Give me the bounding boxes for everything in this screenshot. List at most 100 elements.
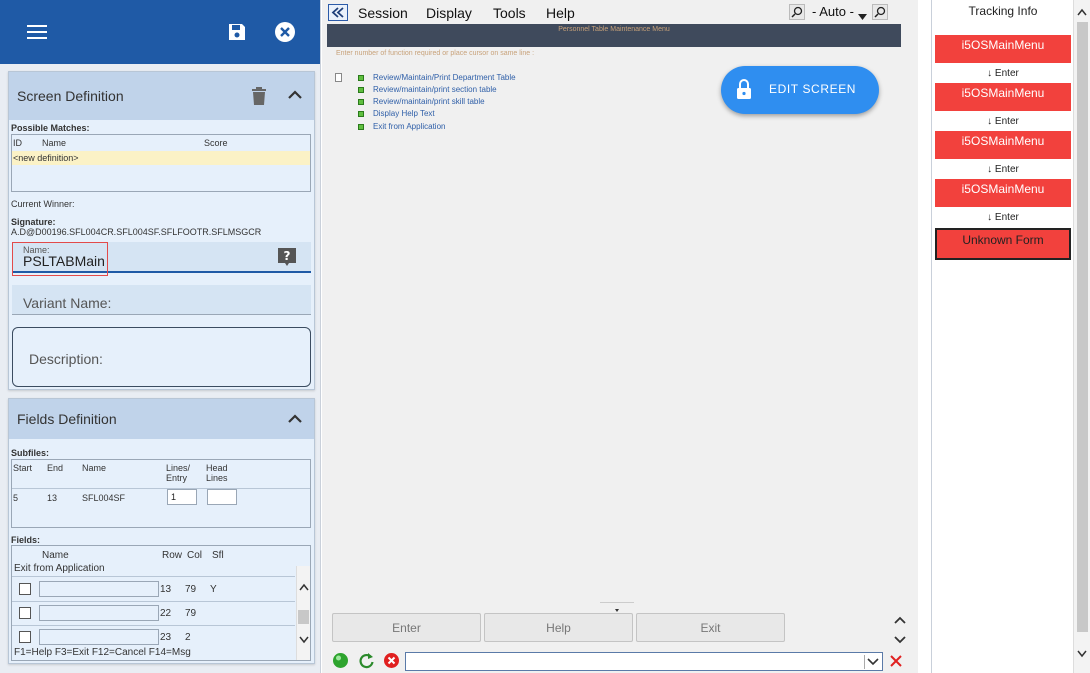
trash-icon[interactable]: [251, 87, 267, 108]
field-col-value: 79: [185, 584, 197, 595]
menu-help[interactable]: Help: [546, 5, 575, 21]
scroll-up-icon[interactable]: [299, 580, 309, 594]
hamburger-menu-icon[interactable]: [25, 20, 49, 44]
menu-session[interactable]: Session: [358, 5, 408, 21]
menu-display[interactable]: Display: [426, 5, 472, 21]
subfile-end: 13: [47, 493, 58, 503]
save-icon[interactable]: [225, 20, 249, 44]
scroll-up-icon[interactable]: [1077, 5, 1087, 19]
col-name-header: Name: [82, 463, 107, 473]
fields-scrollbar[interactable]: [296, 566, 310, 660]
option-marker-icon: [358, 87, 364, 93]
command-dropdown-icon[interactable]: [864, 655, 881, 669]
divider: [12, 488, 310, 489]
fields-grid: Name Row Col Sfl Exit from Application 1…: [11, 545, 311, 661]
col-head-lines-header: Head Lines: [206, 463, 228, 483]
possible-matches-grid: ID Name Score <new definition>: [11, 134, 311, 192]
signature-label: Signature:: [11, 217, 56, 227]
scroll-down-icon[interactable]: [1077, 647, 1087, 661]
row-checkbox[interactable]: [19, 607, 31, 619]
screen-definition-card: Screen Definition Possible Matches: ID N…: [8, 71, 315, 390]
scroll-down-icon[interactable]: [299, 633, 309, 647]
drag-handle-icon[interactable]: [600, 602, 634, 612]
collapse-chevron-up-icon[interactable]: [288, 89, 302, 103]
refresh-icon[interactable]: [358, 652, 375, 672]
menu-tools[interactable]: Tools: [493, 5, 526, 21]
disconnect-icon[interactable]: [383, 652, 400, 672]
field-name-input[interactable]: [39, 581, 159, 597]
tracking-arrow: ↓ Enter: [987, 68, 1019, 79]
option-marker-icon: [358, 111, 364, 117]
field-row[interactable]: 22 79: [12, 603, 295, 625]
right-scrollbar[interactable]: [1073, 0, 1090, 673]
col-id-header: ID: [13, 138, 22, 148]
page-down-icon[interactable]: [894, 633, 906, 647]
field-col-value: 2: [185, 632, 191, 643]
signature-value: A.D@D00196.SFL004CR.SFL004SF.SFLFOOTR.SF…: [11, 227, 262, 237]
exit-button[interactable]: Exit: [636, 613, 785, 642]
variant-name-field[interactable]: Variant Name:: [12, 285, 311, 315]
row-checkbox[interactable]: [19, 583, 31, 595]
dropdown-arrow-icon[interactable]: [858, 9, 867, 23]
tracking-arrow: ↓ Enter: [987, 116, 1019, 127]
svg-text:?: ?: [284, 249, 291, 263]
divider: [12, 601, 295, 602]
col-lines-entry-header: Lines/ Entry: [166, 463, 191, 483]
field-col-value: 79: [185, 608, 197, 619]
tracking-arrow: ↓ Enter: [987, 164, 1019, 175]
zoom-in-icon[interactable]: [872, 4, 888, 20]
fields-definition-header[interactable]: Fields Definition: [9, 399, 314, 439]
left-header: [0, 0, 320, 64]
left-panel: Screen Definition Possible Matches: ID N…: [0, 0, 321, 673]
subfiles-label: Subfiles:: [11, 448, 50, 458]
row-checkbox[interactable]: [19, 631, 31, 643]
field-row[interactable]: 23 2: [12, 627, 295, 649]
head-lines-input[interactable]: [207, 489, 237, 505]
zoom-select[interactable]: - Auto -: [812, 4, 854, 19]
tracking-entry[interactable]: i5OSMainMenu: [935, 35, 1071, 63]
new-definition-row[interactable]: <new definition>: [12, 151, 310, 165]
option-line[interactable]: Review/maintain/print section table: [373, 85, 497, 94]
field-row-value: 23: [160, 632, 172, 643]
tracking-entry[interactable]: i5OSMainMenu: [935, 83, 1071, 111]
terminal-title: Personnel Table Maintenance Menu: [558, 26, 670, 33]
divider: [12, 576, 295, 577]
lines-entry-input[interactable]: 1: [167, 489, 197, 505]
option-line[interactable]: Review/maintain/print skill table: [373, 97, 485, 106]
option-line[interactable]: Review/Maintain/Print Department Table: [373, 73, 516, 82]
description-field[interactable]: Description:: [12, 327, 311, 387]
tracking-entry[interactable]: i5OSMainMenu: [935, 179, 1071, 207]
clear-command-icon[interactable]: [889, 654, 903, 671]
command-input[interactable]: [405, 652, 883, 671]
tracking-arrow: ↓ Enter: [987, 212, 1019, 223]
col-row-header: Row: [162, 550, 183, 561]
col-sfl-header: Sfl: [212, 550, 224, 561]
page-up-icon[interactable]: [894, 614, 906, 628]
close-circle-icon[interactable]: [273, 20, 297, 44]
collapse-chevron-up-icon[interactable]: [288, 413, 302, 427]
help-question-icon[interactable]: ?: [277, 247, 297, 270]
screen-definition-header[interactable]: Screen Definition: [9, 72, 314, 120]
col-name-header: Name: [42, 138, 67, 148]
option-line[interactable]: Display Help Text: [373, 109, 435, 118]
zoom-out-icon[interactable]: [789, 4, 805, 20]
terminal-input-cursor[interactable]: [335, 73, 342, 82]
unknown-form-entry[interactable]: Unknown Form: [935, 228, 1071, 260]
connect-status-icon[interactable]: [332, 652, 349, 672]
enter-button[interactable]: Enter: [332, 613, 481, 642]
edit-screen-button[interactable]: EDIT SCREEN: [721, 66, 879, 114]
field-name-input[interactable]: [39, 629, 159, 645]
fields-definition-title: Fields Definition: [17, 411, 117, 427]
description-placeholder: Description:: [29, 351, 103, 367]
field-name-input[interactable]: [39, 605, 159, 621]
terminal-instruction: Enter number of function required or pla…: [336, 50, 535, 57]
field-row[interactable]: 13 79 Y: [12, 579, 295, 601]
scroll-thumb[interactable]: [1077, 22, 1088, 632]
scroll-thumb[interactable]: [298, 610, 309, 624]
collapse-left-icon[interactable]: [328, 4, 348, 21]
name-highlight-box: [12, 242, 108, 276]
option-line[interactable]: Exit from Application: [373, 122, 445, 131]
tracking-entry[interactable]: i5OSMainMenu: [935, 131, 1071, 159]
help-button[interactable]: Help: [484, 613, 633, 642]
name-field[interactable]: Name: PSLTABMain ?: [12, 242, 311, 276]
